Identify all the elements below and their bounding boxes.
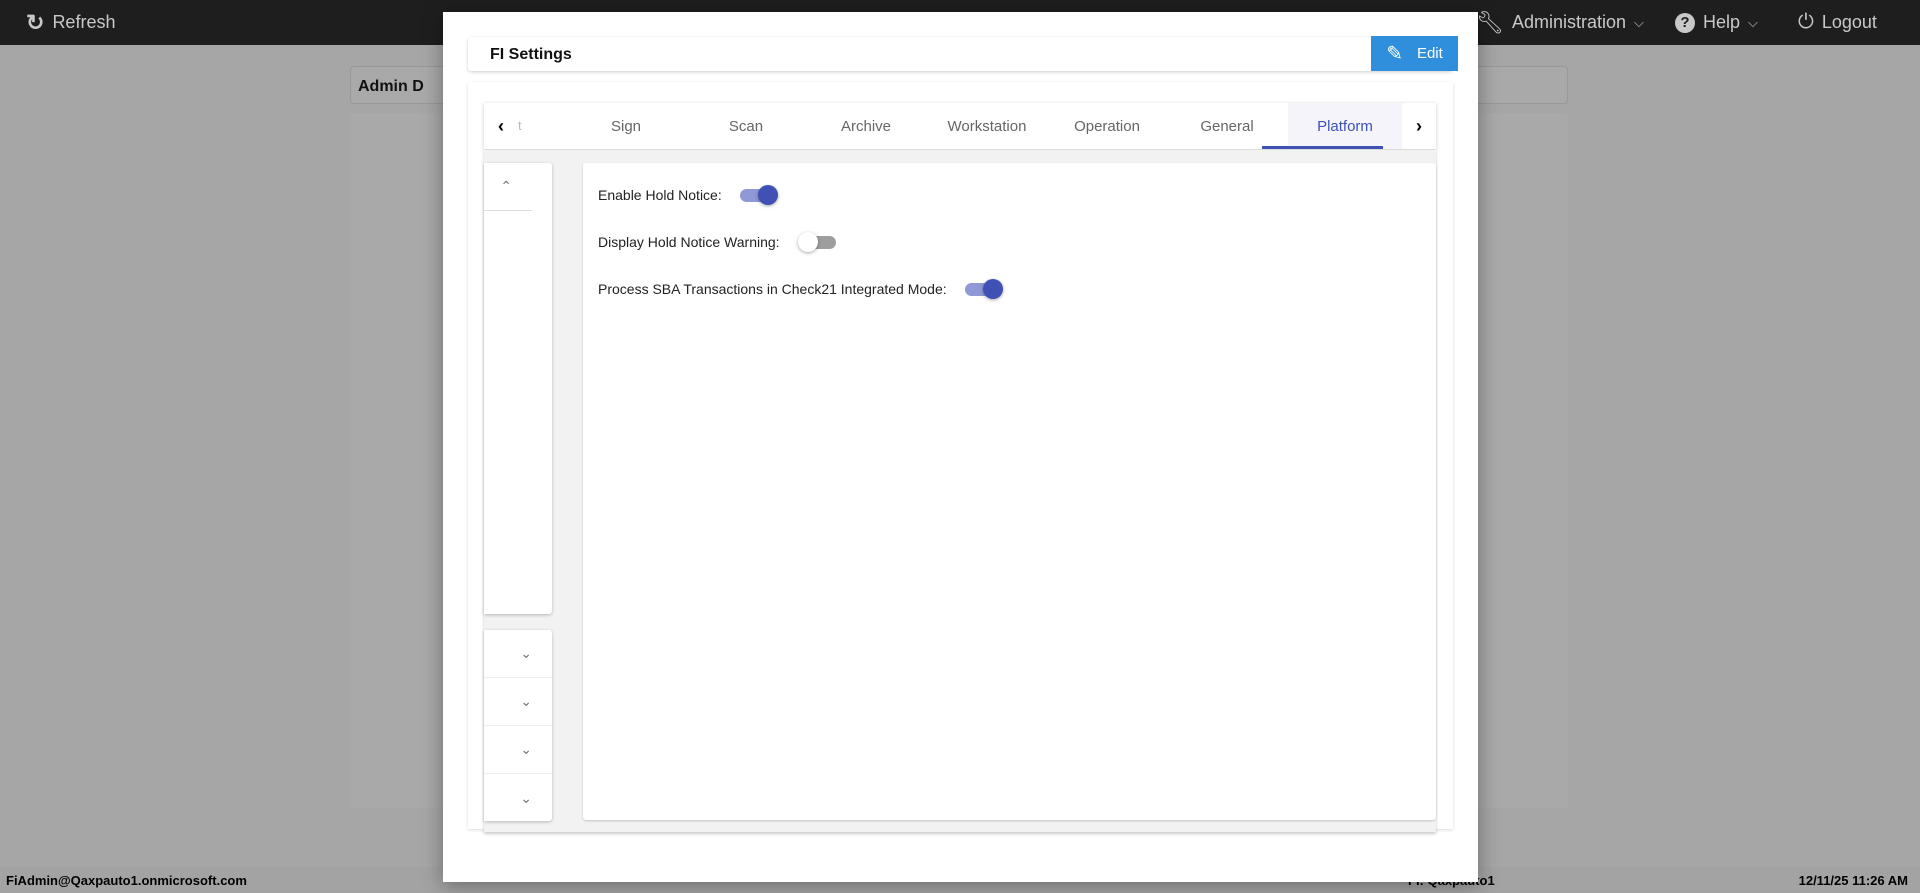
tab-archive[interactable]: Archive	[806, 103, 926, 149]
chevron-down-icon: ⌵	[1748, 14, 1758, 30]
tab-label: Platform	[1317, 117, 1373, 135]
refresh-icon: ↻	[26, 9, 45, 35]
tabs-scroll-right[interactable]: ›	[1404, 103, 1434, 149]
expand-panel-button[interactable]: ⌄	[484, 678, 552, 726]
fi-settings-dialog: FI Settings ✎ Edit ‹ t Sign Scan Archive…	[443, 12, 1478, 882]
dialog-title: FI Settings	[490, 46, 572, 63]
tab-sign[interactable]: Sign	[566, 103, 686, 149]
tab-label: Operation	[1074, 117, 1140, 135]
process-sba-check21-toggle[interactable]	[964, 279, 1003, 299]
tab-truncated[interactable]: t	[518, 118, 522, 133]
help-menu[interactable]: ? Help ⌵	[1675, 0, 1758, 45]
logout-label: Logout	[1821, 12, 1877, 32]
wrench-icon: 🔧︎	[1476, 9, 1504, 35]
setting-enable-hold-notice: Enable Hold Notice:	[598, 185, 778, 205]
chevron-down-icon: ⌄	[520, 645, 532, 661]
edit-label: Edit	[1416, 45, 1443, 62]
expand-panel-button[interactable]: ⌄	[484, 630, 552, 678]
tab-label: Archive	[840, 117, 892, 135]
side-panel-collapsed-list: ⌄ ⌄ ⌄ ⌄	[484, 630, 552, 821]
administration-label: Administration	[1511, 12, 1626, 32]
admin-dashboard-title: Admin D	[358, 78, 424, 95]
chevron-down-icon: ⌄	[520, 693, 532, 709]
tab-general[interactable]: General	[1167, 103, 1287, 149]
expand-panel-button[interactable]: ⌄	[484, 726, 552, 774]
pencil-icon: ✎	[1386, 43, 1403, 65]
setting-display-hold-notice-warning: Display Hold Notice Warning:	[598, 232, 836, 252]
dialog-header: FI Settings	[468, 37, 1453, 71]
status-user: FiAdmin@Qaxpauto1.onmicrosoft.com	[6, 873, 247, 888]
help-label: Help	[1703, 12, 1741, 32]
tab-operation[interactable]: Operation	[1047, 103, 1167, 149]
status-datetime: 12/11/25 11:26 AM	[1798, 873, 1908, 888]
chevron-down-icon: ⌄	[520, 789, 532, 806]
refresh-label: Refresh	[52, 12, 116, 32]
tab-label: Sign	[610, 117, 642, 135]
tab-content: ⌃ ⌄ ⌄ ⌄ ⌄ Enable Hold Notice: Display Ho…	[484, 150, 1436, 832]
tabs-scroll-left[interactable]: ‹	[486, 103, 516, 149]
tab-scan[interactable]: Scan	[686, 103, 806, 149]
power-icon: ⏻	[1798, 11, 1814, 33]
setting-label: Enable Hold Notice:	[598, 187, 722, 203]
administration-menu[interactable]: 🔧︎ Administration ⌵	[1476, 0, 1644, 45]
display-hold-notice-warning-toggle[interactable]	[797, 232, 836, 252]
platform-settings-panel: Enable Hold Notice: Display Hold Notice …	[583, 163, 1436, 820]
setting-label: Process SBA Transactions in Check21 Inte…	[598, 281, 947, 297]
tab-platform[interactable]: Platform	[1288, 103, 1402, 149]
expand-panel-button[interactable]: ⌄	[484, 774, 552, 822]
tab-ink-bar	[1262, 146, 1383, 149]
chevron-down-icon: ⌵	[1633, 14, 1644, 30]
chevron-left-icon: ‹	[498, 115, 504, 136]
tab-workstation[interactable]: Workstation	[927, 103, 1047, 149]
side-panel-expanded: ⌃	[484, 163, 552, 614]
enable-hold-notice-toggle[interactable]	[739, 185, 778, 205]
collapse-panel-button[interactable]: ⌃	[484, 163, 532, 211]
setting-label: Display Hold Notice Warning:	[598, 234, 780, 250]
tab-label: Scan	[728, 117, 764, 135]
chevron-up-icon: ⌃	[500, 178, 512, 194]
logout-button[interactable]: ⏻ Logout	[1798, 0, 1877, 45]
chevron-right-icon: ›	[1416, 115, 1422, 136]
settings-tabs: ‹ t Sign Scan Archive Workstation Operat…	[484, 103, 1436, 150]
tab-label: Workstation	[947, 117, 1027, 135]
refresh-button[interactable]: ↻ Refresh	[26, 0, 115, 45]
chevron-down-icon: ⌄	[520, 741, 532, 757]
tab-label: General	[1200, 117, 1254, 135]
edit-button[interactable]: ✎ Edit	[1371, 36, 1458, 71]
help-icon: ?	[1675, 12, 1695, 33]
setting-process-sba-check21: Process SBA Transactions in Check21 Inte…	[598, 279, 1003, 299]
